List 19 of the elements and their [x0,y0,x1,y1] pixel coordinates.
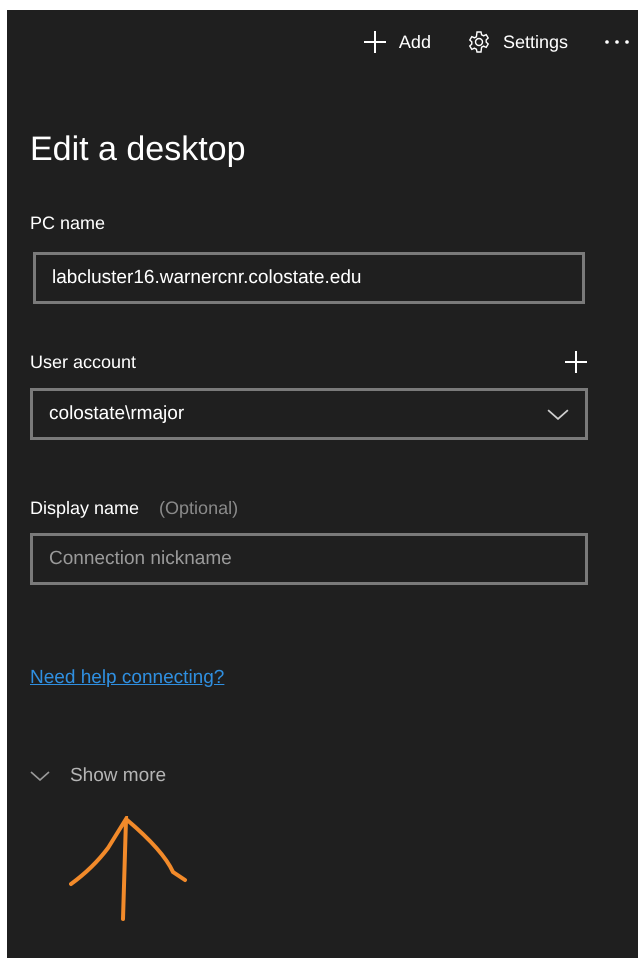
chevron-down-icon [547,408,569,420]
settings-button[interactable]: Settings [466,30,568,54]
add-account-button[interactable] [564,350,588,374]
field-label: PC name [30,213,106,234]
field-label: User account [30,352,136,372]
settings-icon [466,30,491,54]
show-more-toggle[interactable]: Show more [30,765,166,787]
page-title: Edit a desktop [30,130,246,169]
help-link[interactable]: Need help connecting? [30,667,224,689]
add-button[interactable]: Add [362,30,431,54]
plus-icon [564,350,588,374]
plus-icon [362,30,387,54]
chevron-down-icon [30,771,50,781]
account-dropdown[interactable]: colostate\rmajor [30,388,588,440]
more-icon[interactable] [604,39,630,45]
optional-hint: (Optional) [159,498,238,519]
field-label: Display name [30,498,140,519]
display-name-field[interactable]: Connection nickname [30,533,588,585]
pc-name-field[interactable]: labcluster16.warnercnr.colostate.edu [33,252,585,304]
